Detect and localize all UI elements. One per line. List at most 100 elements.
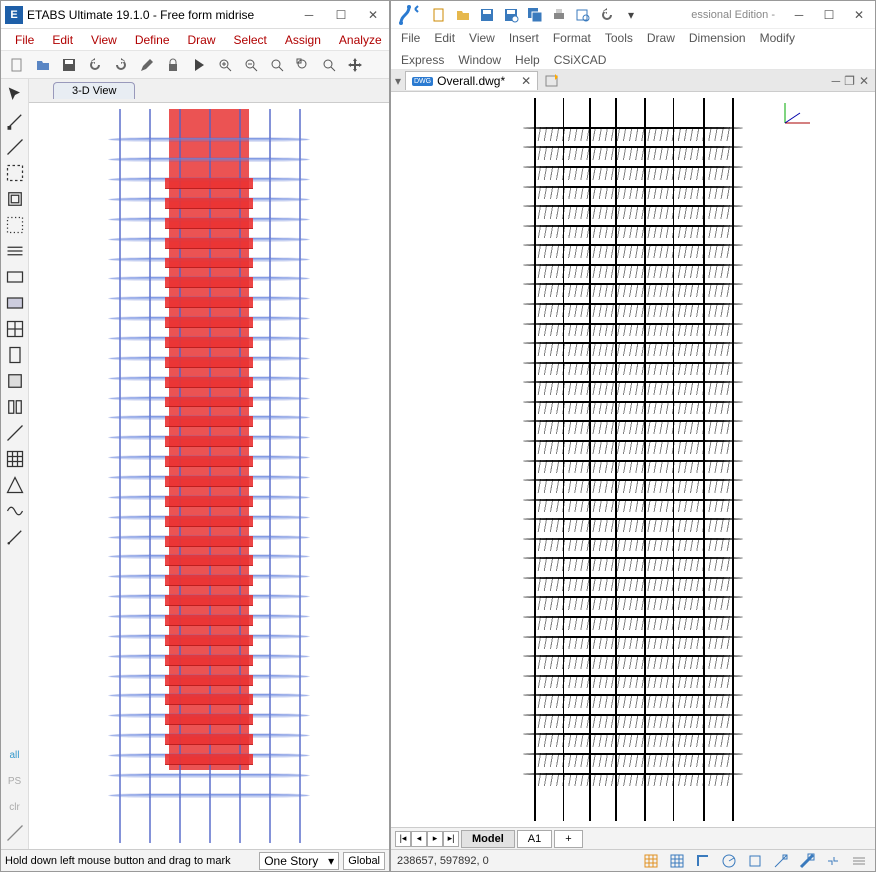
qat-print-icon[interactable]: [549, 5, 569, 25]
draw-wall-icon[interactable]: [5, 319, 25, 339]
maximize-button[interactable]: ☐: [329, 5, 353, 25]
menu-select[interactable]: Select: [226, 31, 275, 49]
status-snap-icon[interactable]: [667, 851, 687, 871]
wave-icon[interactable]: [5, 501, 25, 521]
snap-all-icon[interactable]: all: [5, 745, 25, 765]
cad-menu-csixcad[interactable]: CSiXCAD: [548, 51, 613, 69]
cad-menu-insert[interactable]: Insert: [503, 29, 545, 47]
tabs-chevron-left-icon[interactable]: ▾: [391, 74, 405, 88]
sheet-nav-last-icon[interactable]: ▸|: [443, 831, 459, 847]
cad-menu-modify[interactable]: Modify: [754, 29, 801, 47]
qat-open-icon[interactable]: [453, 5, 473, 25]
line-icon[interactable]: [5, 137, 25, 157]
pencil-icon[interactable]: [137, 55, 157, 75]
cad-menu-file[interactable]: File: [395, 29, 426, 47]
status-more-icon[interactable]: [849, 851, 869, 871]
status-polar-icon[interactable]: [719, 851, 739, 871]
pointer-icon[interactable]: [5, 85, 25, 105]
draw-floor2-icon[interactable]: [5, 293, 25, 313]
cad-menu-tools[interactable]: Tools: [599, 29, 639, 47]
cad-menu-dimension[interactable]: Dimension: [683, 29, 752, 47]
qat-undo-icon[interactable]: [597, 5, 617, 25]
draw-secondary-icon[interactable]: [5, 241, 25, 261]
status-otrack-icon[interactable]: [771, 851, 791, 871]
menu-edit[interactable]: Edit: [44, 31, 81, 49]
pan-icon[interactable]: [345, 55, 365, 75]
sheet-tab-a1[interactable]: A1: [517, 830, 552, 848]
menu-assign[interactable]: Assign: [277, 31, 329, 49]
dimension-icon[interactable]: [5, 475, 25, 495]
story-selector[interactable]: One Story▾: [259, 852, 339, 870]
snap-ps-icon[interactable]: PS: [5, 771, 25, 791]
new-icon[interactable]: [7, 55, 27, 75]
menu-define[interactable]: Define: [127, 31, 178, 49]
qat-new-icon[interactable]: [429, 5, 449, 25]
draw-floor-icon[interactable]: [5, 267, 25, 287]
view-tab-3d[interactable]: 3-D View: [53, 82, 135, 99]
sections-icon[interactable]: [5, 345, 25, 365]
undo-icon[interactable]: [85, 55, 105, 75]
zoom-window-icon[interactable]: [293, 55, 313, 75]
zoom-prev-icon[interactable]: [319, 55, 339, 75]
open-icon[interactable]: [33, 55, 53, 75]
cad-menu-view[interactable]: View: [463, 29, 501, 47]
doc-tab-close-icon[interactable]: ✕: [521, 74, 531, 88]
lock-icon[interactable]: [163, 55, 183, 75]
cad-menu-help[interactable]: Help: [509, 51, 546, 69]
zoom-out-icon[interactable]: [241, 55, 261, 75]
cad-maximize-button[interactable]: ☐: [817, 5, 841, 25]
menu-file[interactable]: File: [7, 31, 42, 49]
sheet-nav-prev-icon[interactable]: ◂: [411, 831, 427, 847]
status-grid-icon[interactable]: [641, 851, 661, 871]
minimize-button[interactable]: ─: [297, 5, 321, 25]
sheet-nav-next-icon[interactable]: ▸: [427, 831, 443, 847]
draw-brace-icon[interactable]: [5, 215, 25, 235]
cad-menu-format[interactable]: Format: [547, 29, 597, 47]
draw-wallstack-icon[interactable]: [5, 397, 25, 417]
status-lwt-icon[interactable]: [797, 851, 817, 871]
draw-beam-icon[interactable]: [5, 163, 25, 183]
menu-draw[interactable]: Draw: [180, 31, 224, 49]
close-button[interactable]: ✕: [361, 5, 385, 25]
qat-saveall-icon[interactable]: [525, 5, 545, 25]
qat-preview-icon[interactable]: [573, 5, 593, 25]
edit-line-icon[interactable]: [5, 527, 25, 547]
qat-saveas-icon[interactable]: [501, 5, 521, 25]
mdi-close-icon[interactable]: ✕: [859, 74, 869, 88]
etabs-3d-canvas[interactable]: [29, 103, 389, 849]
mdi-minimize-icon[interactable]: ─: [832, 74, 841, 88]
reshape-icon[interactable]: [5, 111, 25, 131]
qat-save-icon[interactable]: [477, 5, 497, 25]
snap-end-icon[interactable]: [5, 823, 25, 843]
zoom-extents-icon[interactable]: [267, 55, 287, 75]
cad-menu-edit[interactable]: Edit: [428, 29, 461, 47]
draw-column-icon[interactable]: [5, 189, 25, 209]
draw-line2-icon[interactable]: [5, 423, 25, 443]
coord-sys-selector[interactable]: Global: [343, 852, 385, 870]
doc-tab-overall[interactable]: DWG Overall.dwg* ✕: [405, 71, 538, 90]
menu-analyze[interactable]: Analyze: [331, 31, 390, 49]
sheet-tab-model[interactable]: Model: [461, 830, 515, 848]
status-ortho-icon[interactable]: [693, 851, 713, 871]
status-osnap-icon[interactable]: [745, 851, 765, 871]
cad-menu-express[interactable]: Express: [395, 51, 450, 69]
redo-icon[interactable]: [111, 55, 131, 75]
menu-view[interactable]: View: [83, 31, 125, 49]
cad-minimize-button[interactable]: ─: [787, 5, 811, 25]
zoom-in-icon[interactable]: [215, 55, 235, 75]
qat-redo-dropdown-icon[interactable]: ▾: [621, 5, 641, 25]
grid-icon[interactable]: [5, 449, 25, 469]
draw-wall2-icon[interactable]: [5, 371, 25, 391]
cad-menu-draw[interactable]: Draw: [641, 29, 681, 47]
cad-canvas[interactable]: [391, 92, 875, 827]
run-icon[interactable]: [189, 55, 209, 75]
status-dyn-icon[interactable]: [823, 851, 843, 871]
cad-close-button[interactable]: ✕: [847, 5, 871, 25]
sheet-nav-first-icon[interactable]: |◂: [395, 831, 411, 847]
new-tab-icon[interactable]: [542, 71, 562, 91]
save-icon[interactable]: [59, 55, 79, 75]
mdi-restore-icon[interactable]: ❐: [844, 74, 855, 88]
cad-menu-window[interactable]: Window: [452, 51, 507, 69]
snap-clr-icon[interactable]: clr: [5, 797, 25, 817]
sheet-tab-add[interactable]: +: [554, 830, 582, 848]
